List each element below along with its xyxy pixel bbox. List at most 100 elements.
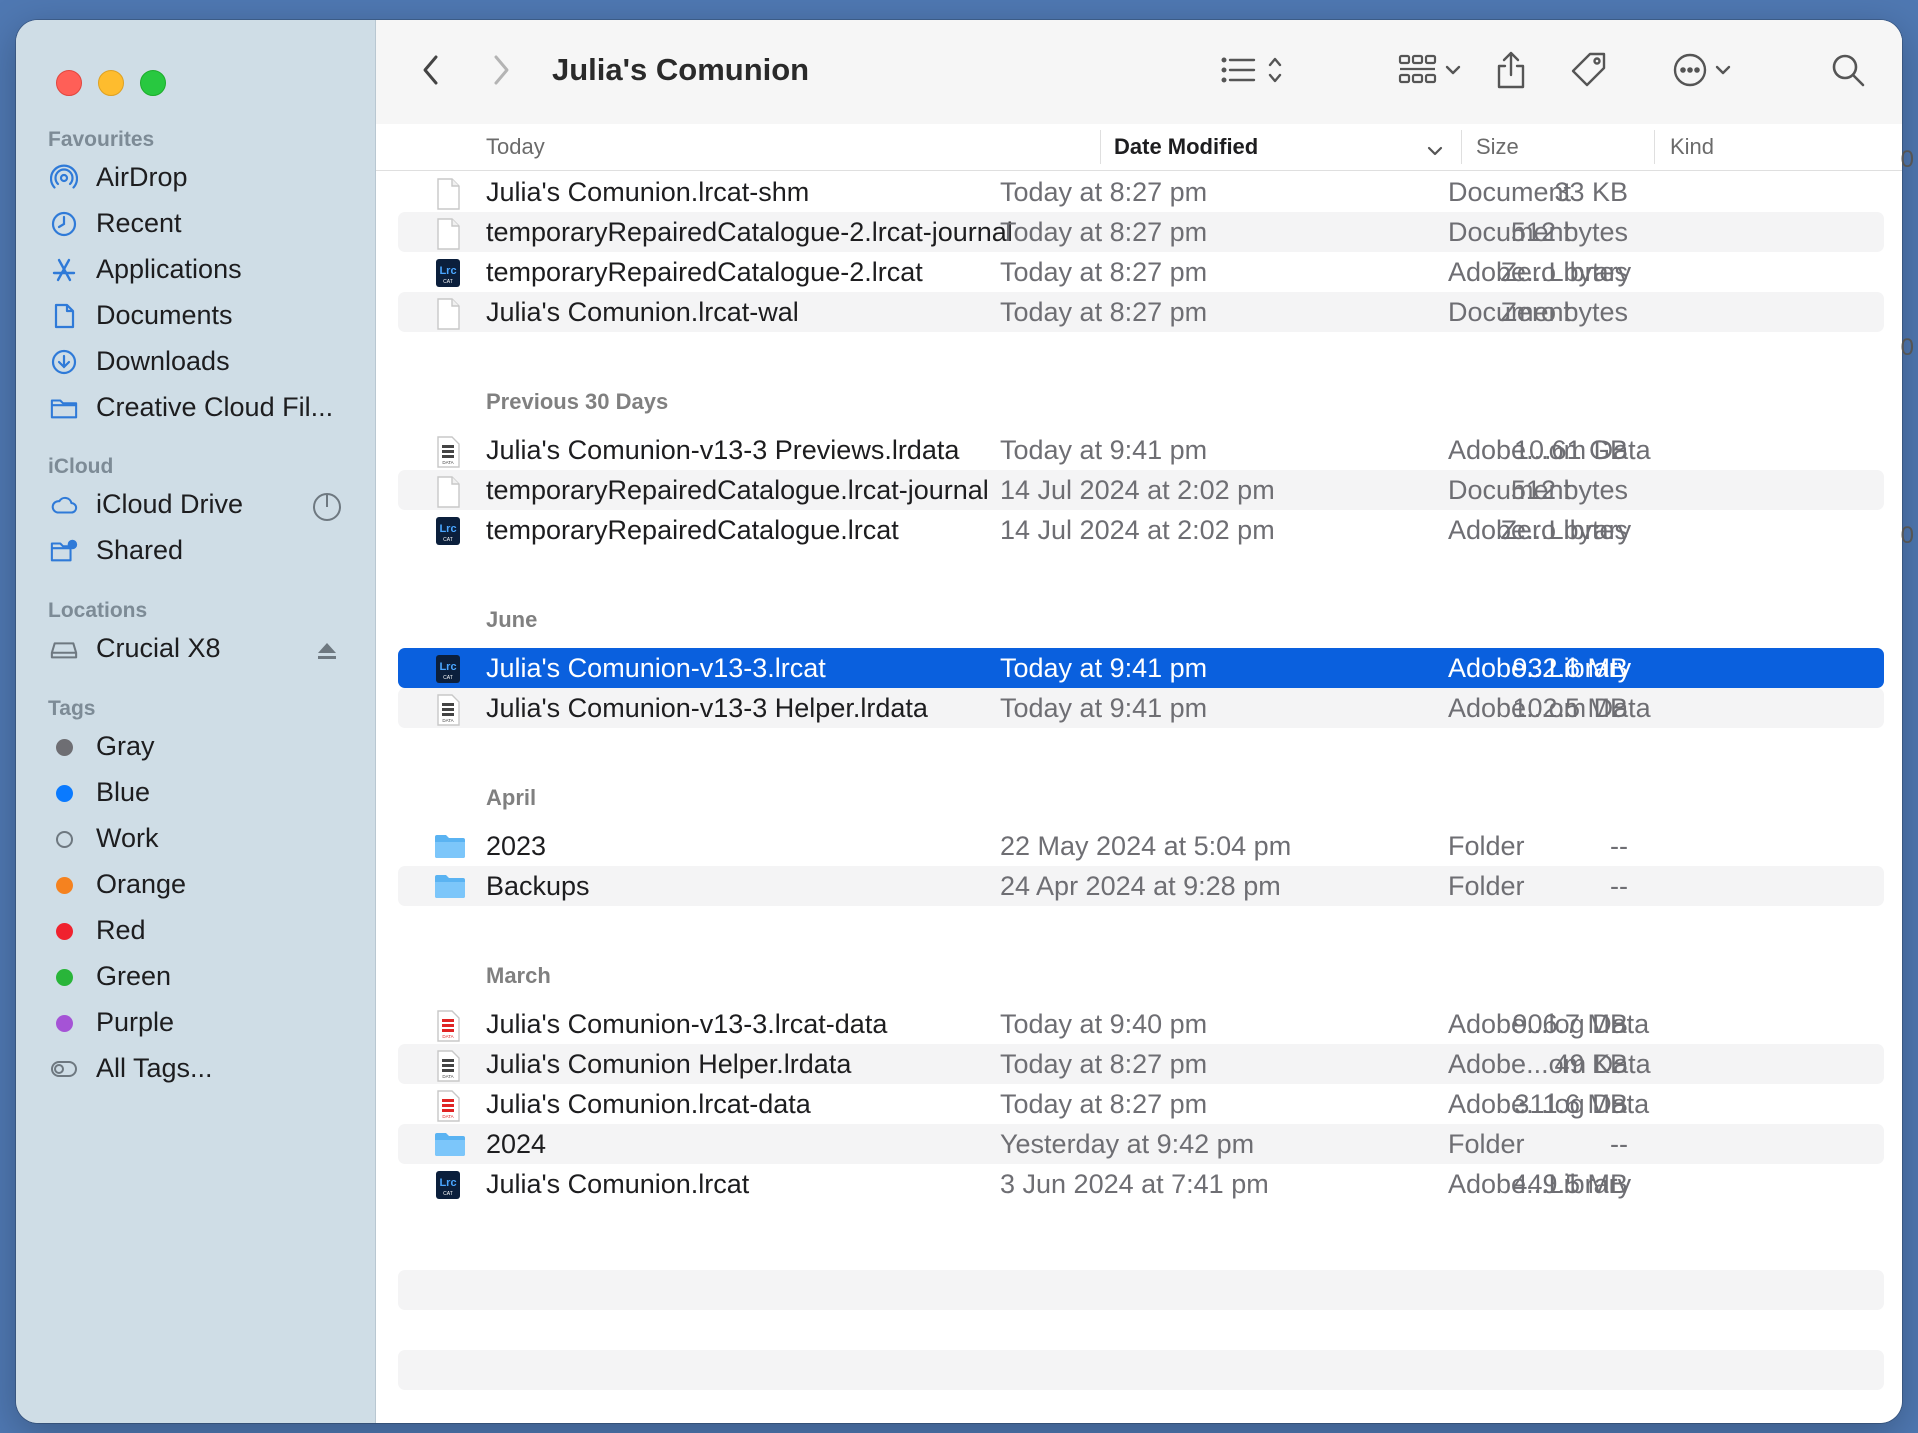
sidebar-item-label: Work — [96, 822, 159, 853]
sidebar-item-recent[interactable]: Recent — [16, 198, 375, 248]
file-date-modified: Today at 9:40 pm — [1000, 1009, 1208, 1039]
file-row[interactable]: Lrc CAT temporaryRepairedCatalogue.lrcat 14… — [398, 510, 1884, 550]
file-name: 2024 — [486, 1129, 547, 1159]
chevron-down-icon — [1714, 63, 1732, 82]
file-size: -- — [1610, 831, 1628, 861]
airdrop-icon — [50, 164, 78, 192]
file-row[interactable]: Lrc CAT Julia's Comunion.lrcat 3 Jun 2024 a… — [398, 1164, 1884, 1204]
sidebar-item-icloud-drive[interactable]: iCloud Drive — [16, 479, 375, 529]
file-date-modified: 24 Apr 2024 at 9:28 pm — [1000, 871, 1281, 901]
file-row[interactable]: DATA Julia's Comunion-v13-3 Previews.lrda… — [398, 430, 1884, 470]
minimize-button[interactable] — [98, 70, 124, 96]
folder-icon — [434, 872, 465, 900]
zoom-button[interactable] — [140, 70, 166, 96]
sidebar-item-creative-cloud[interactable]: Creative Cloud Fil... — [16, 382, 375, 432]
grid-group-icon — [1398, 53, 1438, 92]
file-kind: Folder — [1448, 871, 1525, 901]
group-by-button[interactable] — [1398, 50, 1462, 94]
column-divider[interactable] — [1654, 130, 1655, 164]
sidebar-item-documents[interactable]: Documents — [16, 290, 375, 340]
tags-button[interactable] — [1570, 50, 1608, 94]
file-row[interactable]: Julia's Comunion.lrcat-wal Today at 8:27 … — [398, 292, 1884, 332]
column-divider[interactable] — [1100, 130, 1101, 164]
file-row[interactable]: 2023 22 May 2024 at 5:04 pm -- Folder — [398, 826, 1884, 866]
sidebar-item-label: Orange — [96, 868, 187, 899]
file-name: 2023 — [486, 831, 547, 861]
file-row[interactable]: DATA Julia's Comunion.lrcat-data Today at … — [398, 1084, 1884, 1124]
share-icon — [1494, 50, 1528, 95]
sidebar-item-shared[interactable]: Shared — [16, 525, 375, 575]
document-icon — [50, 302, 78, 330]
sidebar-tag-work[interactable]: Work — [16, 813, 375, 863]
file-name: temporaryRepairedCatalogue.lrcat-journal — [486, 475, 989, 505]
sidebar-tag-gray[interactable]: Gray — [16, 721, 375, 771]
search-button[interactable] — [1830, 50, 1866, 94]
file-kind: Folder — [1448, 831, 1525, 861]
view-options-button[interactable] — [1220, 50, 1284, 94]
file-name: Julia's Comunion.lrcat-shm — [486, 177, 810, 207]
forward-button[interactable] — [490, 50, 520, 94]
chevron-left-icon — [420, 53, 442, 92]
window-controls — [56, 70, 166, 96]
file-row[interactable]: 2024 Yesterday at 9:42 pm -- Folder — [398, 1124, 1884, 1164]
sidebar-item-label: Gray — [96, 730, 155, 761]
blank-document-icon — [434, 298, 462, 330]
file-row[interactable]: temporaryRepairedCatalogue-2.lrcat-journ… — [398, 212, 1884, 252]
download-icon — [50, 348, 78, 376]
tag-dot-red-icon — [50, 917, 78, 945]
sidebar-all-tags[interactable]: All Tags... — [16, 1043, 375, 1093]
finder-window: Favourites AirDrop Recent Applications D… — [16, 20, 1902, 1423]
sidebar-tag-purple[interactable]: Purple — [16, 997, 375, 1047]
sidebar-item-label: Shared — [96, 534, 184, 565]
tag-icon — [1570, 51, 1608, 94]
sort-chevron-down-icon[interactable] — [1426, 138, 1444, 164]
file-kind: Document — [1448, 217, 1572, 247]
eject-icon[interactable] — [311, 635, 343, 667]
sidebar-item-label: Green — [96, 960, 172, 991]
column-header-size[interactable]: Size — [1476, 134, 1519, 160]
file-kind: Adobe...log Data — [1448, 1089, 1650, 1119]
file-name: Julia's Comunion.lrcat-wal — [486, 297, 799, 327]
file-row[interactable]: Julia's Comunion.lrcat-shm Today at 8:27 … — [398, 172, 1884, 212]
file-row[interactable]: Backups 24 Apr 2024 at 9:28 pm -- Folder — [398, 866, 1884, 906]
all-tags-icon — [50, 1055, 78, 1083]
file-list: Julia's Comunion.lrcat-shm Today at 8:27 … — [376, 172, 1902, 1423]
more-actions-button[interactable] — [1672, 50, 1732, 94]
file-row[interactable]: DATA Julia's Comunion Helper.lrdata Today … — [398, 1044, 1884, 1084]
column-header-date-modified[interactable]: Date Modified — [1114, 134, 1258, 160]
sidebar-item-downloads[interactable]: Downloads — [16, 336, 375, 386]
sidebar-item-applications[interactable]: Applications — [16, 244, 375, 294]
file-date-modified: Today at 9:41 pm — [1000, 693, 1208, 723]
file-row[interactable]: DATA Julia's Comunion-v13-3.lrcat-data Tod… — [398, 1004, 1884, 1044]
sidebar-tag-red[interactable]: Red — [16, 905, 375, 955]
file-row-selected[interactable]: Lrc CAT Julia's Comunion-v13-3.lrcat Today … — [398, 648, 1884, 688]
back-button[interactable] — [420, 50, 450, 94]
sidebar-item-crucial-x8[interactable]: Crucial X8 — [16, 623, 375, 673]
file-kind: Adobe...Library — [1448, 653, 1632, 683]
column-header-kind[interactable]: Kind — [1670, 134, 1714, 160]
file-kind: Adobe...Library — [1448, 1169, 1632, 1199]
lrdata-icon: DATA — [434, 1050, 462, 1082]
sidebar-tag-orange[interactable]: Orange — [16, 859, 375, 909]
file-row[interactable]: DATA Julia's Comunion-v13-3 Helper.lrdata… — [398, 688, 1884, 728]
sidebar-item-label: iCloud Drive — [96, 488, 244, 519]
blank-document-icon — [434, 178, 462, 210]
column-divider[interactable] — [1461, 130, 1462, 164]
sidebar-item-label: Creative Cloud Fil... — [96, 391, 334, 422]
sidebar-tag-green[interactable]: Green — [16, 951, 375, 1001]
lrcat-icon: Lrc CAT — [434, 516, 462, 545]
share-button[interactable] — [1494, 50, 1528, 94]
column-header-name[interactable]: Today — [486, 134, 545, 160]
shared-folder-icon — [50, 537, 78, 565]
svg-text:DATA: DATA — [442, 1114, 453, 1119]
sidebar-tag-blue[interactable]: Blue — [16, 767, 375, 817]
file-row[interactable]: Lrc CAT temporaryRepairedCatalogue-2.lrcat… — [398, 252, 1884, 292]
file-row[interactable]: temporaryRepairedCatalogue.lrcat-journal… — [398, 470, 1884, 510]
list-view-icon — [1220, 54, 1260, 91]
file-date-modified: 22 May 2024 at 5:04 pm — [1000, 831, 1292, 861]
file-date-modified: Yesterday at 9:42 pm — [1000, 1129, 1255, 1159]
file-kind: Adobe...Library — [1448, 515, 1632, 545]
sidebar-item-airdrop[interactable]: AirDrop — [16, 152, 375, 202]
file-date-modified: Today at 9:41 pm — [1000, 435, 1208, 465]
close-button[interactable] — [56, 70, 82, 96]
